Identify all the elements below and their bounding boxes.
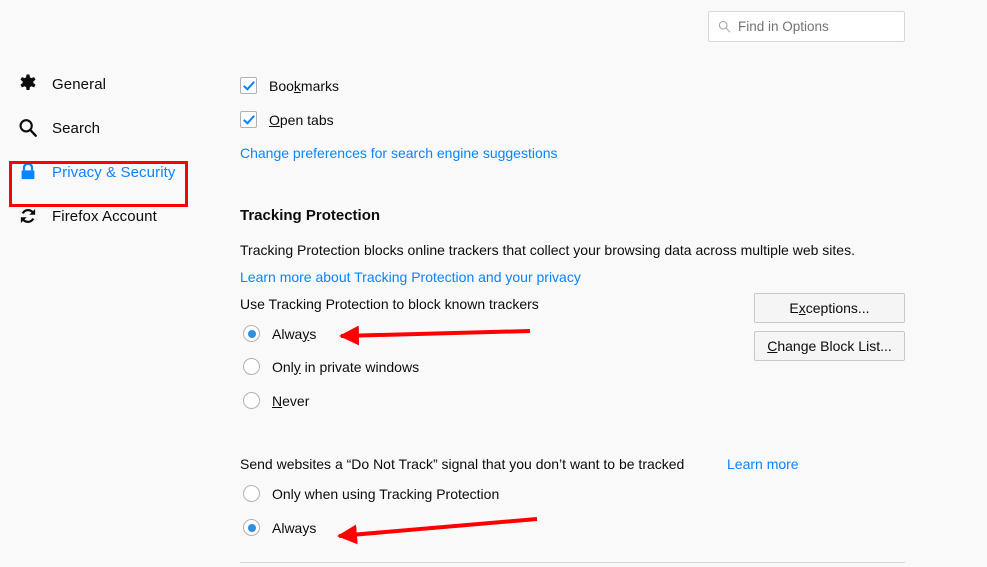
change-block-list-button[interactable]: Change Block List... (754, 331, 905, 361)
tracking-protection-learn-more-link[interactable]: Learn more about Tracking Protection and… (240, 269, 581, 285)
open-tabs-label: Open tabs (269, 111, 334, 128)
tracking-always-label: Always (272, 325, 317, 342)
tracking-private-windows-radio-row[interactable]: Only in private windows (243, 358, 419, 375)
sidebar-item-label: General (52, 75, 107, 93)
bookmarks-checkbox[interactable] (240, 77, 257, 94)
sync-icon (20, 208, 36, 224)
tracking-protection-description: Tracking Protection blocks online tracke… (240, 242, 855, 258)
preferences-pane: Bookmarks Open tabs Change preferences f… (240, 0, 987, 567)
exceptions-button[interactable]: Exceptions... (754, 293, 905, 323)
sidebar-item-label: Firefox Account (52, 207, 157, 225)
dnt-always-radio-row[interactable]: Always (243, 519, 316, 536)
tracking-never-radio-row[interactable]: Never (243, 392, 309, 409)
section-divider (240, 562, 905, 563)
dnt-only-tracking-protection-radio[interactable] (243, 485, 260, 502)
tracking-always-radio[interactable] (243, 325, 260, 342)
tracking-private-windows-radio[interactable] (243, 358, 260, 375)
sidebar-item-privacy-security[interactable]: Privacy & Security (0, 150, 225, 194)
open-tabs-checkbox[interactable] (240, 111, 257, 128)
do-not-track-label: Send websites a “Do Not Track” signal th… (240, 456, 685, 472)
open-tabs-checkbox-row[interactable]: Open tabs (240, 111, 334, 128)
sidebar-item-label: Search (52, 119, 101, 137)
sidebar-item-label: Privacy & Security (52, 163, 176, 181)
tracking-private-windows-label: Only in private windows (272, 358, 420, 375)
change-search-engine-preferences-link[interactable]: Change preferences for search engine sug… (240, 145, 558, 161)
dnt-always-radio[interactable] (243, 519, 260, 536)
lock-icon (21, 162, 35, 180)
category-sidebar: General Search Privacy & Security Firefo… (0, 62, 225, 238)
dnt-only-tracking-protection-label: Only when using Tracking Protection (272, 485, 500, 502)
tracking-always-radio-row[interactable]: Always (243, 325, 316, 342)
do-not-track-learn-more-link[interactable]: Learn more (727, 456, 799, 472)
tracking-protection-heading: Tracking Protection (240, 207, 381, 224)
tracking-never-label: Never (272, 392, 310, 409)
sidebar-item-general[interactable]: General (0, 62, 225, 106)
search-icon (19, 119, 37, 137)
bookmarks-label: Bookmarks (269, 77, 340, 94)
dnt-always-label: Always (272, 519, 317, 536)
sidebar-item-firefox-account[interactable]: Firefox Account (0, 194, 225, 238)
sidebar-item-search[interactable]: Search (0, 106, 225, 150)
gear-icon (20, 74, 36, 90)
tracking-never-radio[interactable] (243, 392, 260, 409)
dnt-only-tracking-protection-radio-row[interactable]: Only when using Tracking Protection (243, 485, 499, 502)
bookmarks-checkbox-row[interactable]: Bookmarks (240, 77, 339, 94)
tracking-protection-radio-group-label: Use Tracking Protection to block known t… (240, 296, 539, 312)
